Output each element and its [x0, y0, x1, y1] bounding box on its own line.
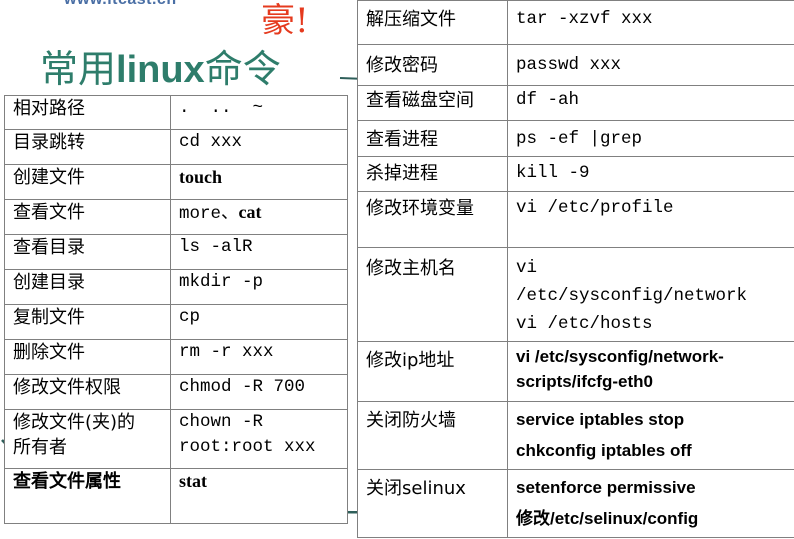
title-word: linux	[116, 49, 205, 91]
row-label: 查看文件属性	[4, 468, 171, 524]
table-row: 关闭防火墙 service iptables stop chkconfig ipt…	[357, 401, 794, 470]
accent-glyph: 豪!	[261, 1, 309, 41]
command-part: more、	[179, 204, 239, 224]
table-row: 相对路径 . .. ~	[4, 95, 348, 130]
table-row: 查看文件属性 stat	[4, 468, 348, 524]
command-part: cat	[238, 202, 262, 222]
row-label: 修改文件(夹)的 所有者	[4, 409, 171, 469]
row-command: chown -R root:root xxx	[170, 409, 348, 469]
slide: www.itcast.cn 豪! 常用linux命令 相对路径 . .. ~ 目…	[0, 0, 794, 539]
table-row: 查看文件 more、cat	[4, 199, 348, 235]
command-line: service iptables stop	[516, 410, 685, 429]
table-row: 修改文件(夹)的 所有者 chown -R root:root xxx	[4, 409, 348, 469]
label-line: 修改文件(夹)的	[13, 412, 136, 433]
row-command: vi /etc/profile	[507, 191, 794, 248]
row-label: 杀掉进程	[357, 156, 508, 192]
url-fragment: www.itcast.cn	[64, 0, 177, 9]
left-command-table: 相对路径 . .. ~ 目录跳转 cd xxx 创建文件 touch 查看文件 …	[4, 95, 348, 524]
row-label: 修改环境变量	[357, 191, 508, 248]
row-label: 删除文件	[4, 339, 171, 375]
row-label: 关闭selinux	[357, 469, 508, 538]
table-row: 解压缩文件 tar -xzvf xxx	[357, 0, 794, 45]
row-label: 修改ip地址	[357, 341, 508, 402]
row-label: 修改文件权限	[4, 374, 171, 410]
row-command: kill -9	[507, 156, 794, 192]
row-label: 查看进程	[357, 120, 508, 157]
command-line: root:root xxx	[179, 437, 316, 457]
table-row: 目录跳转 cd xxx	[4, 129, 348, 165]
row-label: 创建文件	[4, 164, 171, 200]
table-row: 杀掉进程 kill -9	[357, 156, 794, 192]
row-command: df -ah	[507, 85, 794, 121]
row-command: tar -xzvf xxx	[507, 0, 794, 45]
row-command: . .. ~	[170, 95, 348, 130]
table-row: 查看目录 ls -alR	[4, 234, 348, 270]
row-command: touch	[170, 164, 348, 200]
command-line: /etc/sysconfig/network	[516, 286, 748, 306]
row-label: 查看目录	[4, 234, 171, 270]
command-line: 修改/etc/selinux/config	[516, 509, 699, 528]
row-command: vi/etc/sysconfig/network vi /etc/hosts	[507, 247, 794, 342]
row-command: stat	[170, 468, 348, 524]
row-label: 查看磁盘空间	[357, 85, 508, 121]
table-row: 关闭selinux setenforce permissive 修改/etc/se…	[357, 469, 794, 538]
row-command: rm -r xxx	[170, 339, 348, 375]
command-line: chown -R	[179, 412, 264, 432]
table-row: 复制文件 cp	[4, 304, 348, 340]
row-command: cp	[170, 304, 348, 340]
row-command: passwd xxx	[507, 44, 794, 86]
row-label: 关闭防火墙	[357, 401, 508, 470]
table-row: 创建目录 mkdir -p	[4, 269, 348, 305]
row-command: service iptables stop chkconfig iptables …	[507, 401, 794, 470]
row-command: vi /etc/sysconfig/network-scripts/ifcfg-…	[507, 341, 794, 402]
table-row: 修改ip地址 vi /etc/sysconfig/network-scripts…	[357, 341, 794, 402]
row-label: 解压缩文件	[357, 0, 508, 45]
command-line: setenforce permissive	[516, 478, 696, 497]
table-row: 查看进程 ps -ef |grep	[357, 120, 794, 157]
row-label: 查看文件	[4, 199, 171, 235]
row-command: setenforce permissive 修改/etc/selinux/conf…	[507, 469, 794, 538]
row-label: 目录跳转	[4, 129, 171, 165]
row-label: 复制文件	[4, 304, 171, 340]
command-line: vi /etc/hosts	[516, 314, 653, 334]
row-command: mkdir -p	[170, 269, 348, 305]
slide-title: 常用linux命令	[40, 38, 281, 93]
row-label: 相对路径	[4, 95, 171, 130]
command-line: vi /etc/sysconfig/network-	[516, 347, 724, 366]
table-row: 查看磁盘空间 df -ah	[357, 85, 794, 121]
title-prefix: 常用	[40, 47, 117, 91]
table-row: 删除文件 rm -r xxx	[4, 339, 348, 375]
table-row: 修改主机名 vi/etc/sysconfig/network vi /etc/ho…	[357, 247, 794, 342]
row-label: 修改密码	[357, 44, 508, 86]
row-label: 修改主机名	[357, 247, 508, 342]
table-row: 修改密码 passwd xxx	[357, 44, 794, 86]
row-command: cd xxx	[170, 129, 348, 165]
command-line: chkconfig iptables off	[516, 441, 692, 460]
table-row: 创建文件 touch	[4, 164, 348, 200]
row-command: ls -alR	[170, 234, 348, 270]
label-line: 所有者	[13, 437, 67, 458]
command-line: vi	[516, 258, 538, 278]
table-row: 修改环境变量 vi /etc/profile	[357, 191, 794, 248]
row-command: ps -ef |grep	[507, 120, 794, 157]
title-suffix: 命令	[204, 47, 281, 91]
table-row: 修改文件权限 chmod -R 700	[4, 374, 348, 410]
command-line: scripts/ifcfg-eth0	[516, 372, 653, 391]
row-command: chmod -R 700	[170, 374, 348, 410]
right-command-table: 解压缩文件 tar -xzvf xxx 修改密码 passwd xxx 查看磁盘…	[357, 0, 794, 538]
row-command: more、cat	[170, 199, 348, 235]
row-label: 创建目录	[4, 269, 171, 305]
